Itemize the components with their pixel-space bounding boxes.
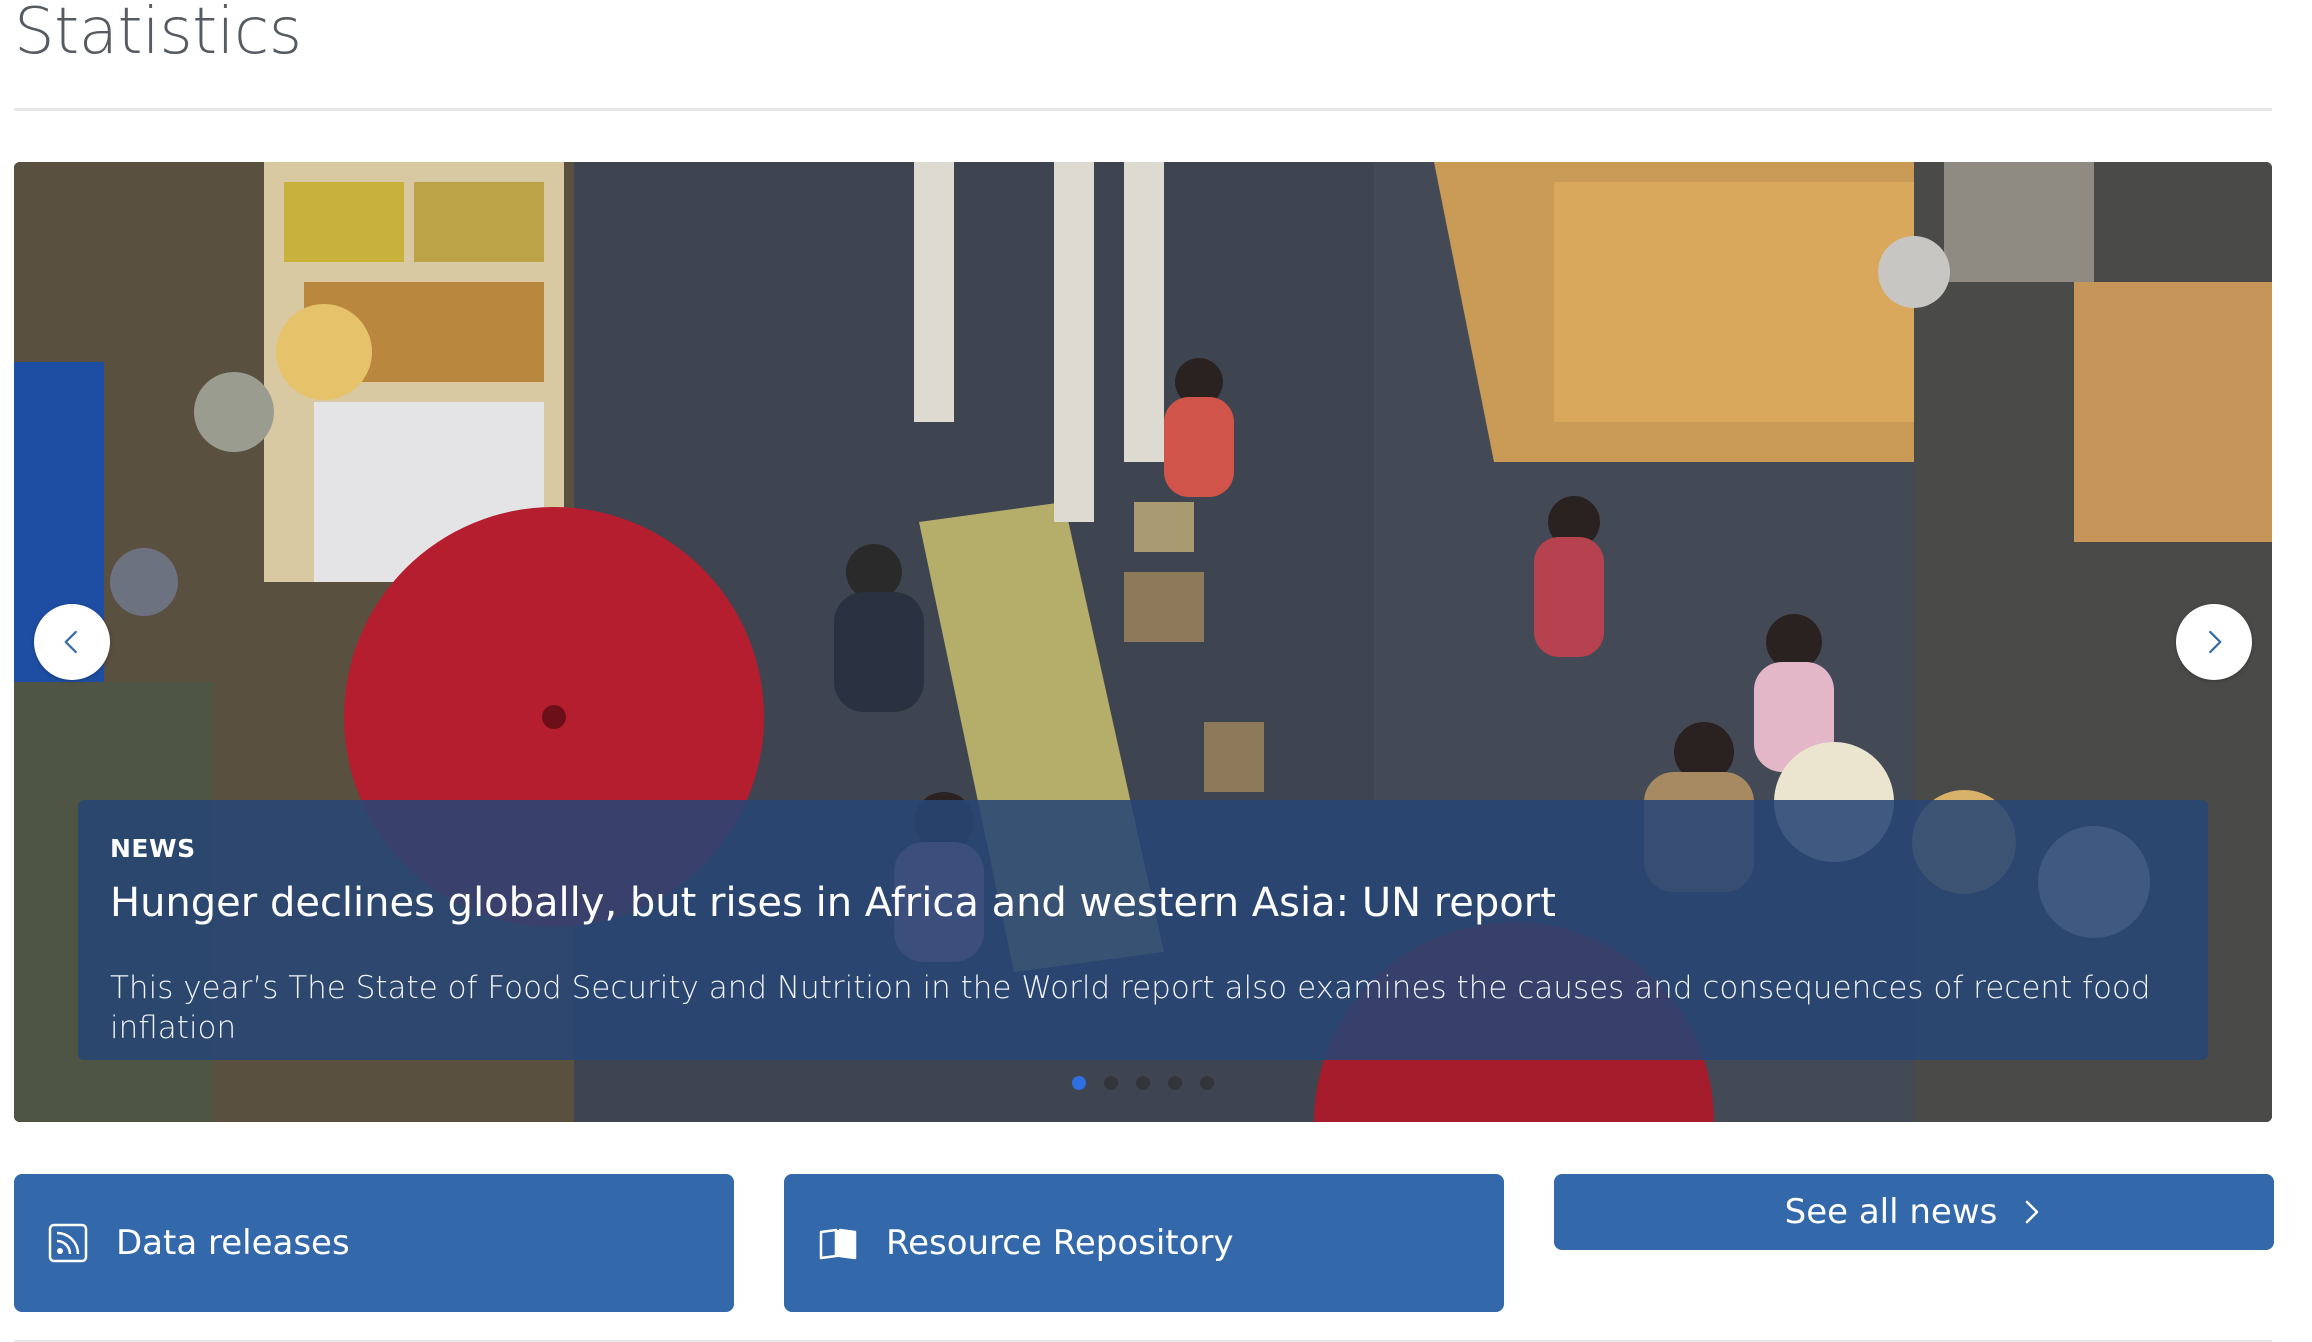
carousel-dot[interactable] — [1136, 1076, 1150, 1090]
carousel-dot[interactable] — [1200, 1076, 1214, 1090]
carousel-indicators — [14, 1076, 2272, 1090]
page-title: Statistics — [14, 0, 302, 69]
slide-summary: This year’s The State of Food Security a… — [110, 970, 2151, 1046]
resource-repository-label: Resource Repository — [886, 1223, 1234, 1263]
see-all-news-button[interactable]: See all news — [1554, 1174, 2274, 1250]
news-carousel: NEWS Hunger declines globally, but rises… — [14, 162, 2272, 1122]
rss-feed-icon — [48, 1223, 88, 1263]
see-all-news-label: See all news — [1784, 1192, 1998, 1232]
carousel-dot[interactable] — [1072, 1076, 1086, 1090]
slide-headline[interactable]: Hunger declines globally, but rises in A… — [110, 878, 2208, 928]
resource-repository-button[interactable]: Resource Repository — [784, 1174, 1504, 1312]
slide-category: NEWS — [110, 834, 196, 863]
chevron-right-icon — [2209, 630, 2222, 654]
data-releases-label: Data releases — [116, 1223, 350, 1263]
open-book-icon — [819, 1228, 857, 1260]
slide-caption[interactable]: NEWS Hunger declines globally, but rises… — [78, 800, 2208, 1060]
data-releases-button[interactable]: Data releases — [14, 1174, 734, 1312]
carousel-dot[interactable] — [1168, 1076, 1182, 1090]
carousel-dot[interactable] — [1104, 1076, 1118, 1090]
title-divider — [14, 108, 2272, 111]
carousel-prev-button[interactable] — [34, 604, 110, 680]
chevron-left-icon — [64, 630, 77, 654]
chevron-right-icon — [2026, 1200, 2039, 1224]
carousel-next-button[interactable] — [2176, 604, 2252, 680]
